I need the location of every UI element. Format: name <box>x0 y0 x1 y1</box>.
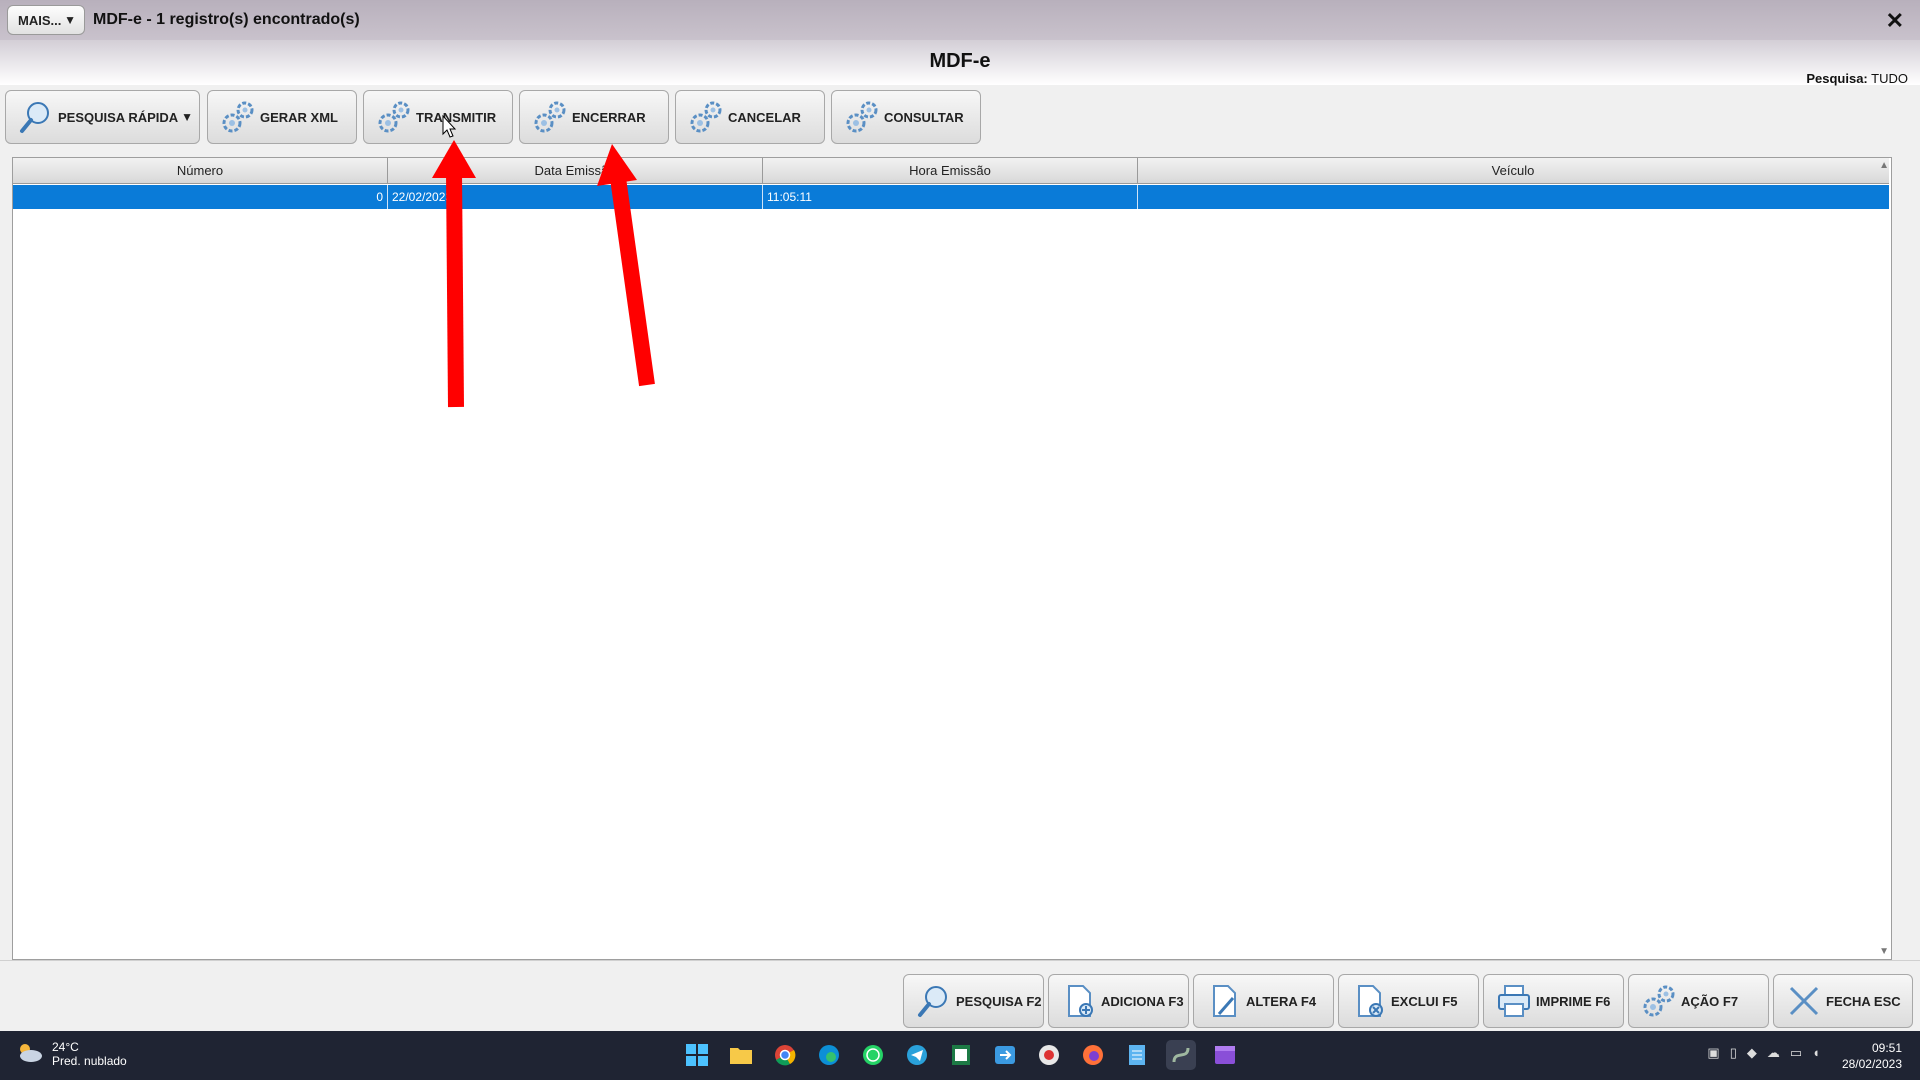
onedrive-icon[interactable]: ☁ <box>1767 1045 1780 1061</box>
file-explorer-icon[interactable] <box>726 1040 756 1070</box>
system-clock[interactable]: 09:51 28/02/2023 <box>1842 1040 1902 1072</box>
print-f6-label: IMPRIME F6 <box>1536 993 1611 1009</box>
close-icon[interactable]: ✕ <box>1886 8 1904 34</box>
windows-start-icon[interactable] <box>682 1040 712 1070</box>
scroll-down-icon[interactable]: ▼ <box>1879 946 1889 957</box>
cell-data-emissao: 22/02/2023 <box>388 185 763 209</box>
remote-app-icon[interactable] <box>990 1040 1020 1070</box>
usb-icon[interactable]: ▯ <box>1730 1045 1737 1061</box>
generate-xml-button[interactable]: GERAR XML <box>207 90 357 144</box>
taskbar-apps <box>682 1040 1240 1070</box>
action-f7-label: AÇÃO F7 <box>1681 993 1739 1009</box>
title-bar: MAIS... ▼ MDF-e - 1 registro(s) encontra… <box>0 0 1920 40</box>
search-f2-button[interactable]: PESQUISA F2 <box>903 974 1044 1028</box>
whatsapp-icon[interactable] <box>858 1040 888 1070</box>
security-icon[interactable]: ◆ <box>1747 1045 1757 1061</box>
edit-document-icon <box>1206 983 1242 1019</box>
transmit-button[interactable]: TRANSMITIR <box>363 90 513 144</box>
telegram-icon[interactable] <box>902 1040 932 1070</box>
transmit-label: TRANSMITIR <box>416 109 497 125</box>
close-esc-label: FECHA ESC <box>1826 993 1901 1009</box>
add-f3-button[interactable]: ADICIONA F3 <box>1048 974 1189 1028</box>
quick-search-button[interactable]: PESQUISA RÁPIDA ▼ <box>5 90 200 144</box>
table-row[interactable]: 0 22/02/2023 11:05:11 <box>13 185 1889 209</box>
query-button[interactable]: CONSULTAR <box>831 90 981 144</box>
delete-f5-button[interactable]: EXCLUI F5 <box>1338 974 1479 1028</box>
column-header-hora-emissao[interactable]: Hora Emissão <box>763 158 1138 184</box>
system-tray: ▣ ▯ ◆ ☁ ▭ ◖ <box>1707 1045 1820 1061</box>
chevron-down-icon[interactable]: ▼ <box>181 110 193 124</box>
edit-f4-label: ALTERA F4 <box>1246 993 1317 1009</box>
cell-hora-emissao: 11:05:11 <box>763 185 1138 209</box>
clock-time: 09:51 <box>1871 1041 1902 1055</box>
volume-icon[interactable]: ◖ <box>1812 1045 1820 1061</box>
gear-icon <box>688 99 724 135</box>
cancel-button[interactable]: CANCELAR <box>675 90 825 144</box>
chrome-icon[interactable] <box>770 1040 800 1070</box>
edge-icon[interactable] <box>814 1040 844 1070</box>
quick-search-label: PESQUISA RÁPIDA <box>58 109 179 125</box>
mais-dropdown-button[interactable]: MAIS... ▼ <box>7 5 85 35</box>
cancel-label: CANCELAR <box>728 109 801 125</box>
clock-date: 28/02/2023 <box>1841 1057 1902 1071</box>
gear-icon <box>844 99 880 135</box>
edit-f4-button[interactable]: ALTERA F4 <box>1193 974 1334 1028</box>
column-header-veiculo[interactable]: Veículo <box>1138 158 1888 184</box>
magnifier-icon <box>18 99 54 135</box>
magnifier-icon <box>916 983 952 1019</box>
close-mdfe-label: ENCERRAR <box>572 109 646 125</box>
firefox-icon[interactable] <box>1078 1040 1108 1070</box>
gear-icon <box>1641 983 1677 1019</box>
weather-temperature: 24°C <box>52 1040 79 1054</box>
printer-icon <box>1496 983 1532 1019</box>
search-f2-label: PESQUISA F2 <box>956 993 1042 1009</box>
notepad-icon[interactable] <box>1122 1040 1152 1070</box>
media-app-icon[interactable] <box>1034 1040 1064 1070</box>
gear-icon <box>220 99 256 135</box>
query-label: CONSULTAR <box>884 109 964 125</box>
column-header-numero[interactable]: Número <box>13 158 388 184</box>
cell-numero: 0 <box>13 185 388 209</box>
erp-app-icon[interactable] <box>1166 1040 1196 1070</box>
window-title: MDF-e - 1 registro(s) encontrado(s) <box>93 11 360 28</box>
action-f7-button[interactable]: AÇÃO F7 <box>1628 974 1769 1028</box>
search-mode-value: TUDO <box>1871 71 1908 86</box>
dropdown-arrow-icon: ▼ <box>64 13 76 27</box>
gear-icon <box>376 99 412 135</box>
page-title: MDF-e <box>929 50 991 72</box>
search-mode-label: Pesquisa: <box>1806 71 1868 86</box>
delete-f5-label: EXCLUI F5 <box>1391 993 1458 1009</box>
spreadsheet-icon[interactable] <box>946 1040 976 1070</box>
print-f6-button[interactable]: IMPRIME F6 <box>1483 974 1624 1028</box>
close-mdfe-button[interactable]: ENCERRAR <box>519 90 669 144</box>
grid-header: Número Data Emissão Hora Emissão Veículo <box>13 158 1889 184</box>
scroll-up-icon[interactable]: ▲ <box>1879 160 1889 171</box>
column-header-data-emissao[interactable]: Data Emissão <box>388 158 763 184</box>
cloud-icon <box>16 1041 44 1068</box>
gear-icon <box>532 99 568 135</box>
video-editor-icon[interactable] <box>1210 1040 1240 1070</box>
add-f3-label: ADICIONA F3 <box>1101 993 1184 1009</box>
delete-document-icon <box>1351 983 1387 1019</box>
add-document-icon <box>1061 983 1097 1019</box>
network-app-icon[interactable]: ▣ <box>1707 1045 1719 1061</box>
search-mode: Pesquisa: TUDO <box>1806 71 1908 86</box>
close-esc-button[interactable]: FECHA ESC <box>1773 974 1913 1028</box>
generate-xml-label: GERAR XML <box>260 109 338 125</box>
network-icon[interactable]: ▭ <box>1790 1045 1802 1061</box>
mais-label: MAIS... <box>18 12 62 28</box>
records-grid[interactable]: Número Data Emissão Hora Emissão Veículo… <box>12 157 1892 960</box>
weather-widget[interactable]: 24°C Pred. nublado <box>16 1040 127 1068</box>
cell-veiculo <box>1138 185 1888 209</box>
close-icon <box>1786 983 1822 1019</box>
weather-condition: Pred. nublado <box>52 1054 127 1068</box>
